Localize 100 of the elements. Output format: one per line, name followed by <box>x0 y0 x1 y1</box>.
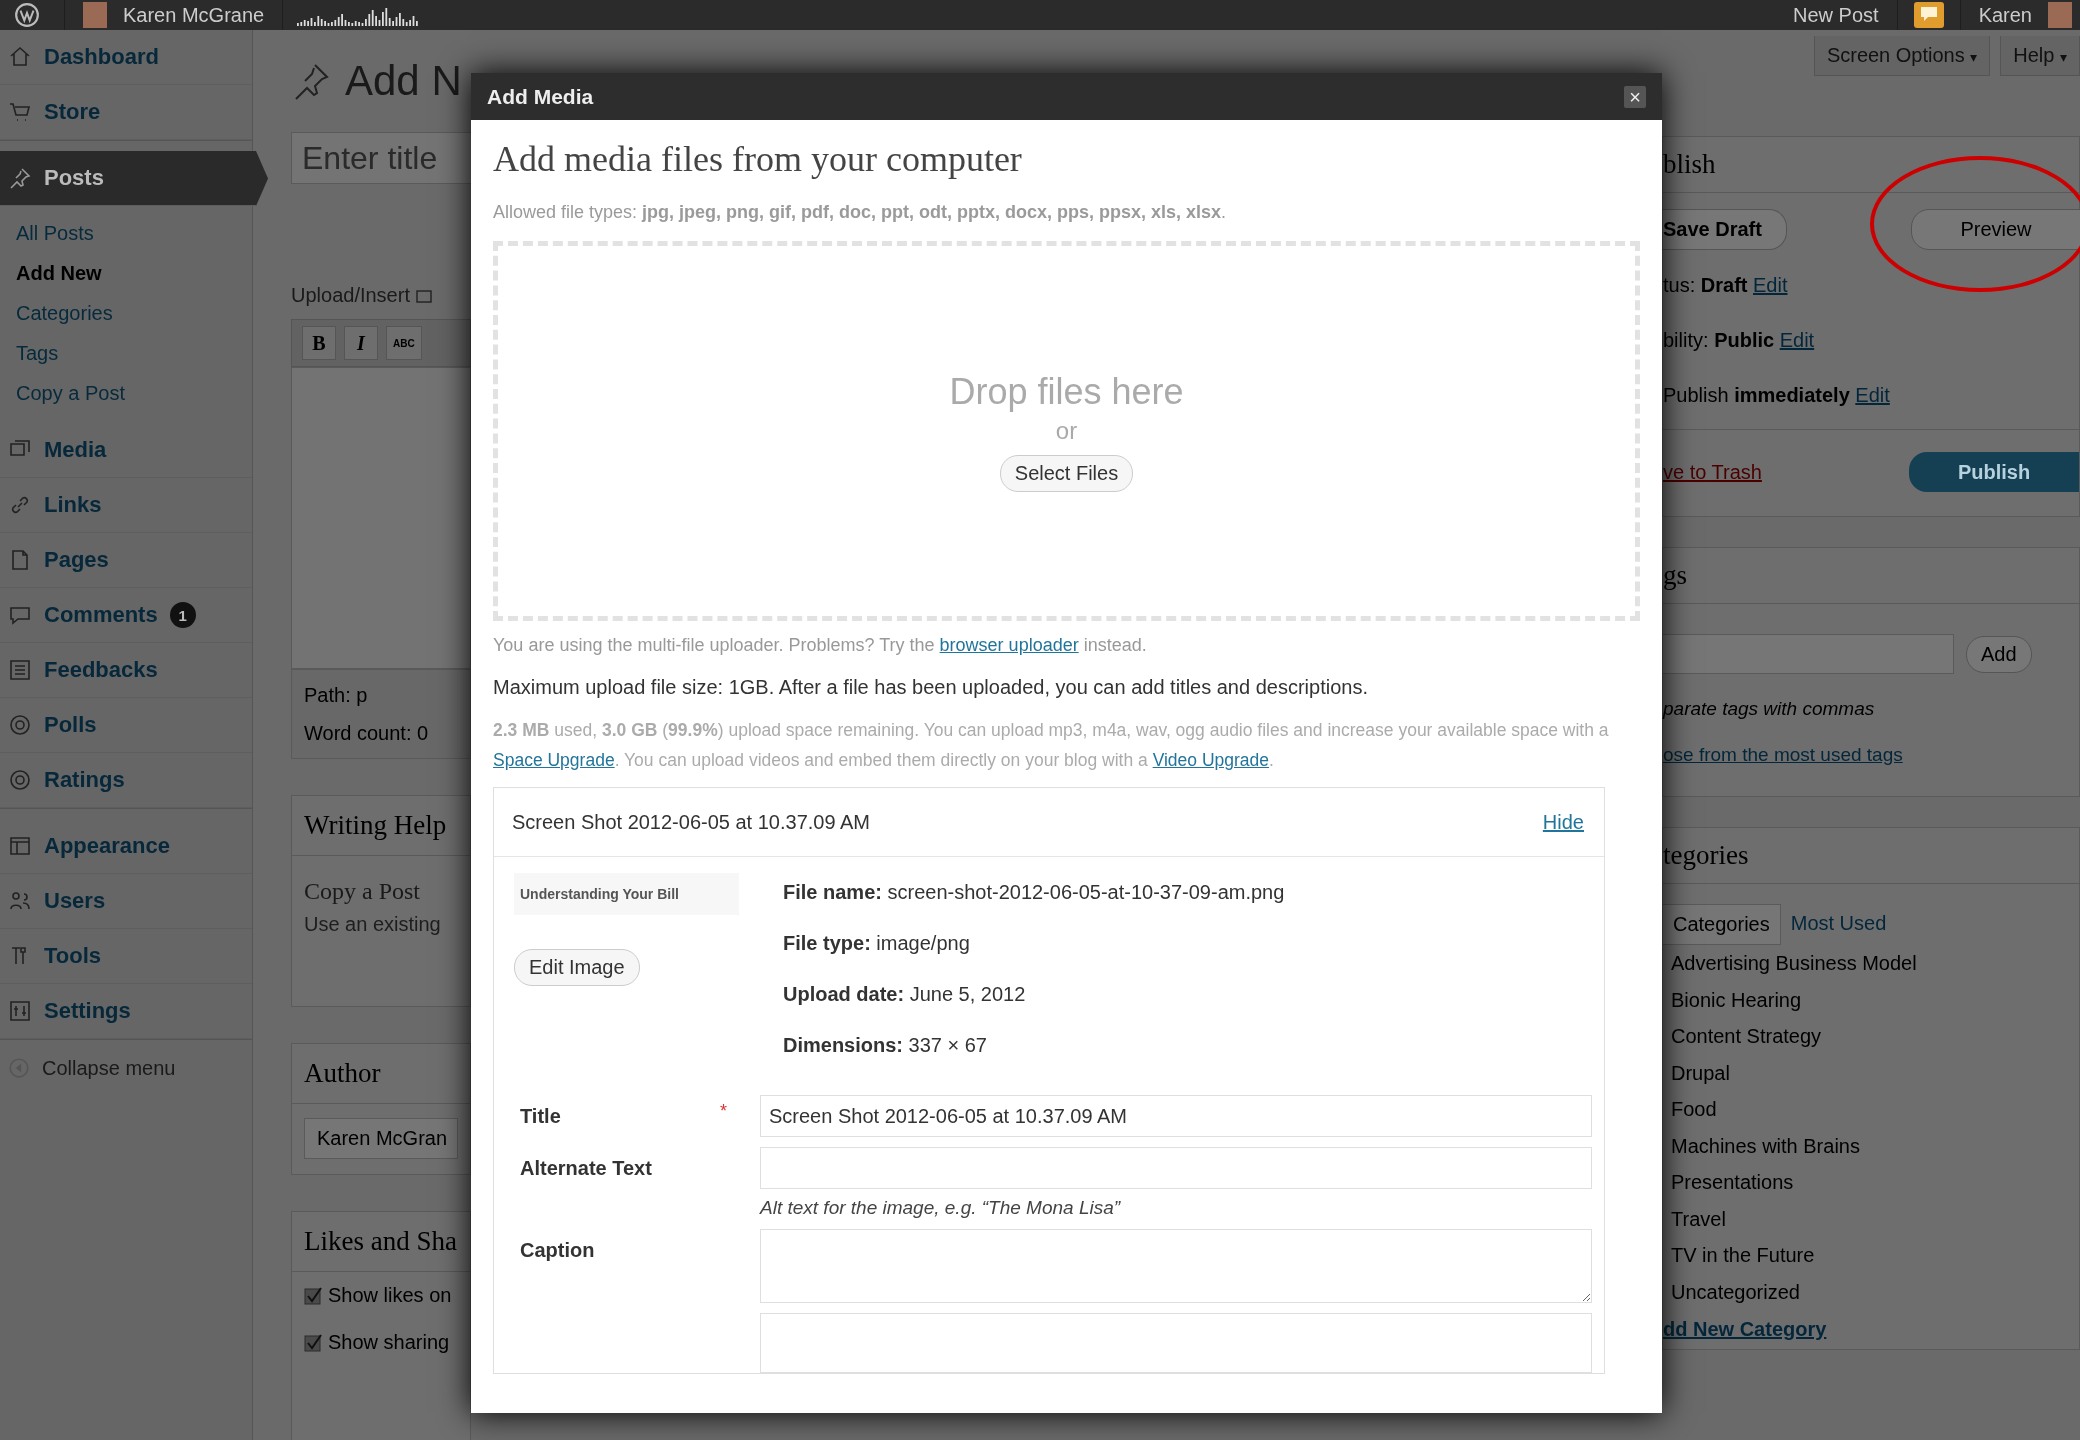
thumbnail-text: Understanding Your Bill <box>520 886 679 902</box>
checkbox[interactable] <box>304 1285 324 1306</box>
move-to-trash-link[interactable]: ve to Trash <box>1663 460 1762 484</box>
avatar <box>83 2 107 28</box>
menu-item[interactable]: Dashboard <box>0 30 252 85</box>
help-tab[interactable]: Help ▾ <box>2000 36 2080 76</box>
add-tag-button[interactable]: Add <box>1966 635 2032 673</box>
menu-item[interactable]: Appearance <box>0 819 252 874</box>
submenu-item[interactable]: Copy a Post <box>0 373 252 413</box>
upgrade-link[interactable]: Space Upgrade <box>493 750 615 770</box>
file-meta-text: File name: screen-shot-2012-06-05-at-10-37-09-am.png <box>783 881 1285 905</box>
text-field[interactable] <box>760 1147 1592 1189</box>
format-button[interactable]: B <box>302 326 336 360</box>
format-button[interactable]: I <box>344 326 378 360</box>
media-icon[interactable] <box>415 287 432 304</box>
checkbox-label: Show likes on <box>328 1284 452 1307</box>
speech-bubble-icon[interactable] <box>1913 2 1944 28</box>
wordpress-logo-icon[interactable] <box>14 2 40 28</box>
menu-item[interactable]: Tools <box>0 929 252 984</box>
close-button[interactable]: × <box>1624 85 1646 108</box>
field-help-text: Alt text for the image, e.g. “The Mona Lisa” <box>760 1197 1122 1219</box>
window-icon <box>8 834 32 858</box>
select-files-button[interactable]: Select Files <box>999 454 1134 492</box>
file-meta-text: Upload date: June 5, 2012 <box>783 983 1027 1007</box>
category-item[interactable]: Bionic Hearing <box>1663 981 2079 1018</box>
menu-item[interactable]: Settings <box>0 984 252 1039</box>
page-title: Add N <box>345 57 462 105</box>
submenu-item[interactable]: Add New <box>0 253 252 293</box>
category-item[interactable]: Food <box>1663 1091 2079 1128</box>
checkbox[interactable] <box>304 1332 324 1353</box>
edit-image-button[interactable]: Edit Image <box>514 949 640 986</box>
category-item[interactable]: Drupal <box>1663 1054 2079 1091</box>
max-upload-size-text: Maximum upload file size: 1GB. After a file has been uploaded, you can add titles and descriptions. <box>493 676 1369 699</box>
text-field[interactable] <box>760 1313 1592 1373</box>
dialog-title: Add Media <box>487 84 594 109</box>
new-post-link[interactable]: New Post <box>1785 3 1887 27</box>
panel-heading[interactable]: blish <box>1663 137 2079 193</box>
category-tab[interactable]: Categories <box>1663 904 1781 945</box>
collapse-menu-button[interactable]: Collapse menu <box>0 1040 252 1096</box>
category-item[interactable]: Presentations <box>1663 1164 2079 1201</box>
edit-link[interactable]: Edit <box>1779 329 1815 351</box>
account-link[interactable]: Karen <box>1970 3 2040 27</box>
browser-uploader-link[interactable]: browser uploader <box>939 635 1079 655</box>
file-meta-text: Dimensions: 337 × 67 <box>783 1034 988 1058</box>
menu-item[interactable]: Links <box>0 478 252 533</box>
preview-button[interactable]: Preview <box>1911 209 2080 250</box>
upgrade-link[interactable]: Video Upgrade <box>1152 750 1270 770</box>
panel-heading[interactable]: Writing Help <box>292 796 470 856</box>
submenu-item[interactable]: Tags <box>0 333 252 373</box>
drop-files-label: Drop files here <box>949 370 1184 413</box>
menu-item[interactable]: Users <box>0 874 252 929</box>
caption-textarea[interactable] <box>760 1229 1592 1303</box>
allowed-file-types: Allowed file types: jpg, jpeg, png, gif, pdf, doc, ppt, odt, pptx, docx, pps, ppsx, xls, xlsx. <box>493 202 1228 223</box>
panel-heading[interactable]: tegories <box>1663 828 2079 884</box>
add-new-category-link[interactable]: dd New Category <box>1663 1310 2079 1349</box>
title-field[interactable]: Enter title <box>291 132 471 184</box>
category-item[interactable]: Content Strategy <box>1663 1018 2079 1055</box>
menu-item[interactable]: Comments 1 <box>0 588 252 643</box>
menu-item[interactable]: Feedbacks <box>0 643 252 698</box>
submenu-item[interactable]: All Posts <box>0 213 252 253</box>
category-item[interactable]: TV in the Future <box>1663 1237 2079 1274</box>
publish-status-text: Publish immediately Edit <box>1663 383 1891 408</box>
hide-link[interactable]: Hide <box>1542 810 1584 834</box>
submenu-item[interactable]: Categories <box>0 293 252 333</box>
category-item[interactable]: Advertising Business Model <box>1663 945 2079 982</box>
text-field[interactable]: Screen Shot 2012-06-05 at 10.37.09 AM <box>760 1095 1592 1137</box>
file-meta-text: File type: image/png <box>783 932 971 956</box>
menu-item[interactable]: Ratings <box>0 753 252 808</box>
category-tab[interactable]: Most Used <box>1780 904 1897 945</box>
category-item[interactable]: Uncategorized <box>1663 1273 2079 1310</box>
editor-area[interactable] <box>291 367 471 669</box>
save-draft-button[interactable]: Save Draft <box>1663 209 1787 250</box>
tag-input[interactable] <box>1663 634 1954 674</box>
screen-options-tab[interactable]: Screen Options ▾ <box>1813 36 1991 76</box>
most-used-tags-link[interactable]: ose from the most used tags <box>1663 734 2079 796</box>
file-title: Screen Shot 2012-06-05 at 10.37.09 AM <box>512 810 871 834</box>
panel-heading[interactable]: Likes and Sha <box>292 1212 470 1272</box>
user-name-link[interactable]: Karen McGrane <box>115 3 273 27</box>
sliders-icon <box>8 999 32 1023</box>
category-item[interactable]: Travel <box>1663 1200 2079 1237</box>
edit-link[interactable]: Edit <box>1753 274 1788 296</box>
drop-zone[interactable]: Drop files here or Select Files <box>493 241 1640 621</box>
publish-button[interactable]: Publish <box>1909 452 2079 492</box>
active-menu-item[interactable]: Posts <box>0 151 268 206</box>
menu-item[interactable]: Media <box>0 423 252 478</box>
menu-item[interactable]: Store <box>0 85 252 140</box>
publish-status-text: tus: Draft Edit <box>1663 273 1789 298</box>
panel-heading[interactable]: gs <box>1663 548 2079 604</box>
panel-description: Use an existing <box>303 912 442 937</box>
required-mark: * <box>720 1101 727 1121</box>
menu-item[interactable]: Pages <box>0 533 252 588</box>
path-label: Path: p <box>304 683 369 708</box>
menu-item[interactable]: Polls <box>0 698 252 753</box>
collapse-menu-label[interactable]: Collapse menu <box>42 1056 176 1080</box>
author-select[interactable]: Karen McGran <box>304 1118 458 1159</box>
edit-link[interactable]: Edit <box>1855 384 1890 406</box>
publish-status-text: bility: Public Edit <box>1663 328 1816 353</box>
category-item[interactable]: Machines with Brains <box>1663 1127 2079 1164</box>
panel-heading[interactable]: Author <box>292 1044 470 1104</box>
format-button[interactable]: ABC <box>386 326 422 360</box>
